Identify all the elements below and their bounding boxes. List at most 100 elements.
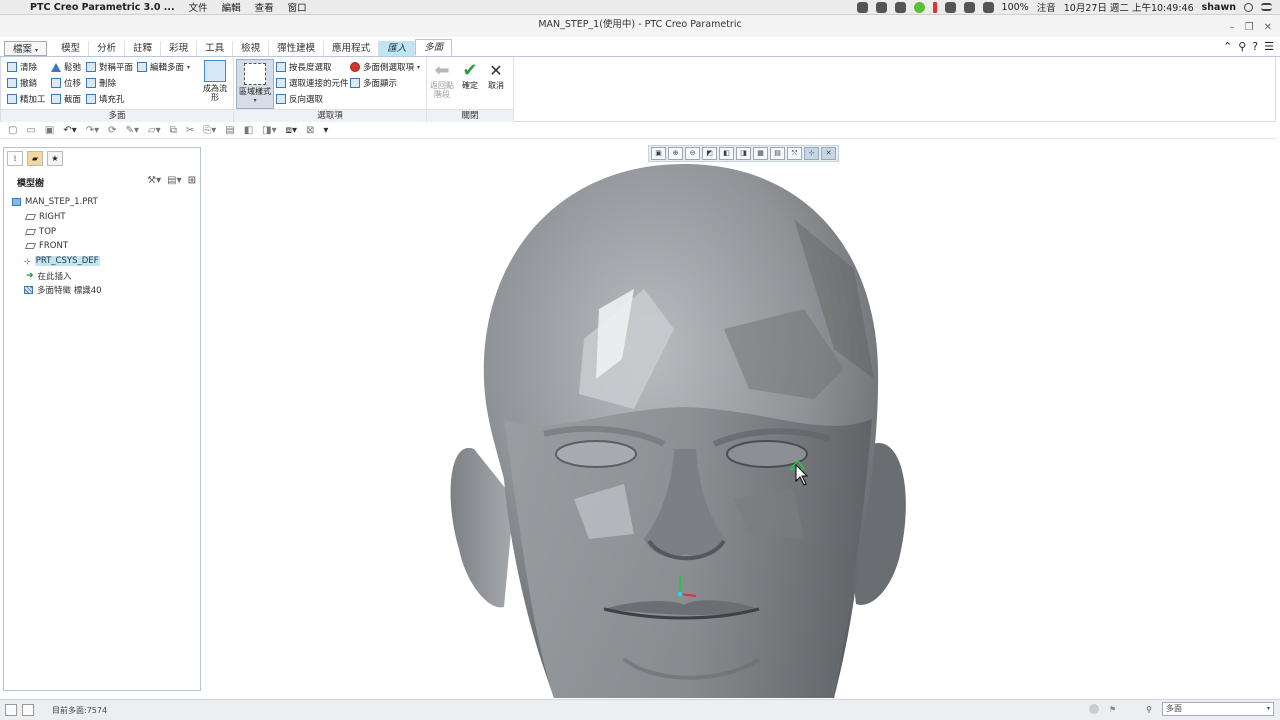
perspective-icon[interactable]: ▤ [770, 147, 785, 160]
favorites-tab-icon[interactable]: ★ [47, 151, 63, 166]
offset-button[interactable]: 位移 [51, 77, 81, 89]
tree-node-front[interactable]: FRONT [4, 239, 200, 254]
region-style-button[interactable]: 區域樣式 ▾ [236, 59, 274, 109]
select-connected-button[interactable]: 選取連接的元件 [276, 77, 349, 89]
menu-file[interactable]: 文件 [189, 0, 208, 14]
tab-render[interactable]: 彩現 [161, 41, 198, 56]
help-icon[interactable]: ? [1252, 40, 1258, 53]
tab-annotate[interactable]: 註釋 [125, 41, 162, 56]
sketch-icon[interactable]: ✎▾ [126, 125, 139, 136]
tree-node-part[interactable]: MAN_STEP_1.PRT [4, 195, 200, 210]
collapse-ribbon-icon[interactable]: ⌃ [1223, 40, 1232, 53]
undo-icon[interactable]: ↶▾ [63, 125, 76, 136]
display-style-icon[interactable]: ◧ [719, 147, 734, 160]
menu-window[interactable]: 窗口 [288, 0, 307, 14]
spin-center-icon[interactable]: ✕ [821, 147, 836, 160]
shading-icon[interactable]: ◧ [244, 125, 253, 136]
user-name[interactable]: shawn [1202, 2, 1236, 13]
mirror-icon[interactable]: ◨▾ [262, 125, 276, 136]
search-icon[interactable]: ⚲ [1238, 40, 1246, 53]
more-icon[interactable]: ☰ [1264, 40, 1274, 53]
model-tree-tab-icon[interactable]: ⁞ [7, 151, 23, 166]
edit-facets-button[interactable]: 編輯多面 ▾ [137, 61, 190, 73]
toggle-navigator-icon[interactable] [5, 704, 17, 716]
selection-filter-dropdown[interactable]: 多面 ▾ [1162, 702, 1274, 716]
ok-button[interactable]: ✔ 確定 [459, 61, 481, 91]
tree-node-csys[interactable]: ⊹ PRT_CSYS_DEF [4, 254, 200, 269]
select-by-length-button[interactable]: 按長度選取 [276, 61, 332, 73]
open-icon[interactable]: ▭ [26, 125, 35, 136]
volume-icon[interactable] [982, 1, 994, 13]
cut-icon[interactable]: ✂ [186, 125, 194, 136]
sync-icon[interactable] [894, 1, 906, 13]
delete-button[interactable]: 刪除 [86, 77, 116, 89]
record-icon[interactable] [856, 1, 868, 13]
zoom-in-icon[interactable]: ⊕ [668, 147, 683, 160]
annotation-display-icon[interactable]: ⊹ [804, 147, 819, 160]
tree-node-facet-feature[interactable]: 多面特徵 標識40 [4, 283, 200, 298]
bluetooth-icon[interactable] [944, 1, 956, 13]
restore-icon[interactable]: ❐ [1245, 18, 1254, 38]
tree-filter-icon[interactable]: ⊞ [188, 175, 196, 186]
make-manifold-button[interactable]: 成為流形 [201, 60, 229, 102]
tree-node-right[interactable]: RIGHT [4, 210, 200, 225]
symmetry-plane-button[interactable]: 對稱平面 [86, 61, 133, 73]
regenerate-icon[interactable]: ⟳ [108, 125, 116, 136]
tree-node-insert-here[interactable]: ➜ 在此插入 [4, 268, 200, 283]
repaint-icon[interactable]: ◩ [702, 147, 717, 160]
clean-button[interactable]: 清除 [7, 61, 37, 73]
datum-display-icon[interactable]: ⤲ [787, 147, 802, 160]
relax-button[interactable]: 鬆弛 [51, 61, 81, 73]
cancel-button[interactable]: ✕ 取消 [485, 61, 507, 90]
menu-view[interactable]: 查看 [255, 0, 274, 14]
fill-hole-button[interactable]: 填充孔 [86, 93, 125, 105]
zoom-out-icon[interactable]: ⊖ [685, 147, 700, 160]
menu-edit[interactable]: 編輯 [222, 0, 241, 14]
copy-icon[interactable]: ⧉ [170, 125, 177, 136]
tab-applications[interactable]: 應用程式 [324, 41, 380, 56]
toggle-browser-icon[interactable] [22, 704, 34, 716]
new-icon[interactable]: ▢ [8, 125, 17, 136]
tab-flexible-modeling[interactable]: 彈性建模 [269, 41, 325, 56]
facet-display-button[interactable]: 多面顯示 [350, 77, 397, 89]
tab-facets[interactable]: 多面 [415, 39, 453, 56]
app-name-menu[interactable]: PTC Creo Parametric 3.0 ... [30, 2, 175, 13]
pause-icon[interactable] [932, 1, 937, 13]
customize-qat-icon[interactable]: ▾ [323, 125, 328, 136]
window-icon[interactable]: ▤ [225, 125, 234, 136]
regen-status-icon[interactable] [1088, 704, 1099, 714]
tab-import[interactable]: 匯入 [379, 41, 416, 56]
save-icon[interactable]: ▣ [45, 125, 54, 136]
switch-windows-icon[interactable]: ⧈▾ [286, 125, 297, 136]
tab-file[interactable]: 檔案 ▾ [4, 41, 48, 56]
folder-browser-tab-icon[interactable]: ▰ [27, 151, 43, 166]
clock[interactable]: 10月27日 週二 上午10:49:46 [1064, 0, 1194, 14]
back-to-point-button[interactable]: ⬅ 返回點階段 [429, 61, 455, 100]
finish-button[interactable]: 精加工 [7, 93, 46, 105]
view-manager-icon[interactable]: ▦ [753, 147, 768, 160]
close-window-icon[interactable]: ✕ [1264, 18, 1272, 38]
chat-icon[interactable] [913, 1, 925, 13]
refit-icon[interactable]: ▣ [651, 147, 666, 160]
section-button[interactable]: 截面 [51, 93, 81, 105]
tree-show-icon[interactable]: ▤▾ [167, 175, 181, 186]
tab-analysis[interactable]: 分析 [89, 41, 126, 56]
invert-selection-button[interactable]: 反向選取 [276, 93, 323, 105]
undo-facet-button[interactable]: 撤銷 [7, 77, 37, 89]
paste-icon[interactable]: ⎘▾ [203, 125, 216, 136]
check-icon[interactable] [875, 1, 887, 13]
binoculars-icon[interactable]: ⚲ [1146, 705, 1152, 714]
close-doc-icon[interactable]: ⊠ [306, 125, 314, 136]
head-model[interactable] [204, 139, 1280, 698]
datum-plane-icon[interactable]: ▱▾ [148, 125, 161, 136]
battery-label[interactable]: 100% [1002, 2, 1029, 13]
tab-view[interactable]: 檢視 [233, 41, 270, 56]
tab-model[interactable]: 模型 [53, 41, 90, 56]
notification-center-icon[interactable] [1261, 3, 1272, 11]
flag-icon[interactable]: ⚑ [1109, 705, 1116, 714]
tree-node-top[interactable]: TOP [4, 224, 200, 239]
graphics-window[interactable]: ▣ ⊕ ⊖ ◩ ◧ ◨ ▦ ▤ ⤲ ⊹ ✕ [204, 139, 1280, 698]
saved-orientations-icon[interactable]: ◨ [736, 147, 751, 160]
spotlight-icon[interactable] [1244, 2, 1253, 12]
input-method[interactable]: 注音 [1037, 0, 1056, 14]
